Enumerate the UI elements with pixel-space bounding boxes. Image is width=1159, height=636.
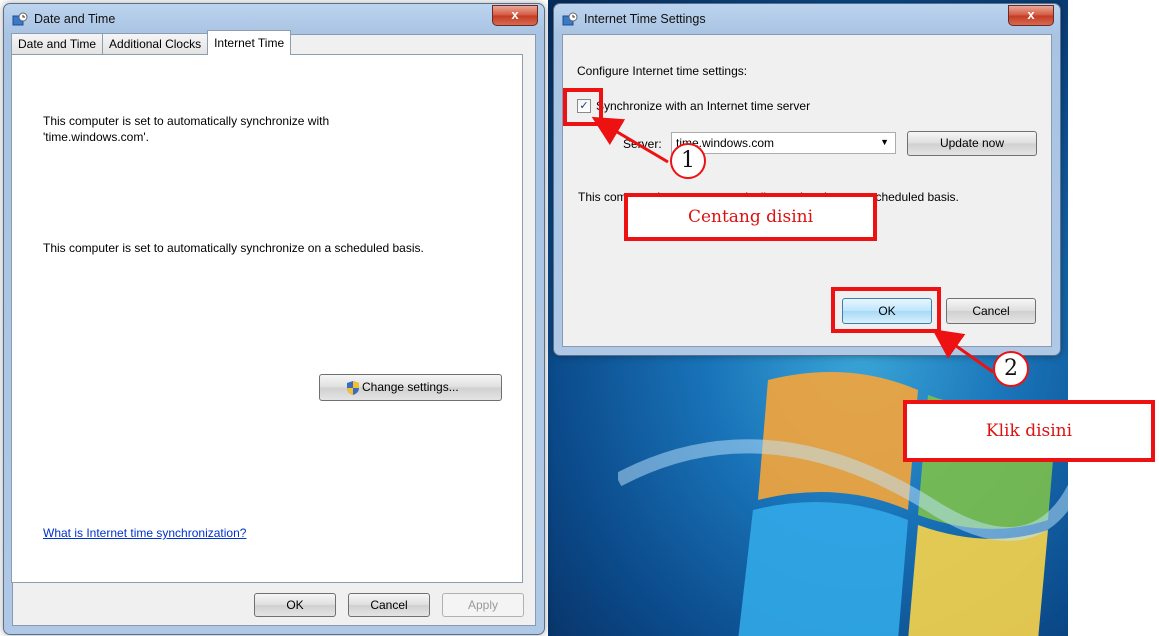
ok-button[interactable]: OK [254,593,336,617]
tab-strip: Date and Time Additional Clocks Internet… [11,30,292,55]
update-now-button[interactable]: Update now [907,131,1037,156]
apply-button[interactable]: Apply [442,593,524,617]
server-select[interactable]: time.windows.com ▼ [671,132,896,154]
dialog-heading: Configure Internet time settings: [577,64,748,78]
window-title: Date and Time [34,12,116,26]
step-badge-2: 2 [993,351,1029,387]
step-badge-1: 1 [670,143,706,179]
help-link[interactable]: What is Internet time synchronization? [43,526,246,540]
change-settings-label: Change settings... [362,380,459,394]
date-time-clock-icon [562,12,578,26]
titlebar: Internet Time Settings x [554,4,1060,34]
highlight-ok-button [831,287,941,333]
cancel-button[interactable]: Cancel [348,593,430,617]
tab-date-and-time[interactable]: Date and Time [11,33,104,55]
close-icon[interactable]: x [492,5,538,26]
close-icon[interactable]: x [1008,5,1054,26]
callout-klik-disini: Klik disini [903,400,1155,462]
date-time-clock-icon [12,12,28,26]
tab-additional-clocks[interactable]: Additional Clocks [102,33,209,55]
dialog-cancel-button[interactable]: Cancel [946,298,1036,324]
callout-centang-disini: Centang disini [624,193,877,241]
sync-status-line1: This computer is set to automatically sy… [43,114,330,128]
internet-time-panel: This computer is set to automatically sy… [11,54,523,583]
sync-status-line2: 'time.windows.com'. [43,130,149,144]
uac-shield-icon [347,381,359,395]
change-settings-button[interactable]: Change settings... [319,374,502,401]
schedule-text: This computer is set to automatically sy… [43,241,424,255]
dialog-title: Internet Time Settings [584,12,706,26]
server-label: Server: [623,137,662,151]
tab-internet-time[interactable]: Internet Time [207,30,292,55]
chevron-down-icon: ▼ [880,137,889,147]
highlight-checkbox [563,88,603,126]
sync-checkbox-label: Synchronize with an Internet time server [596,99,811,113]
